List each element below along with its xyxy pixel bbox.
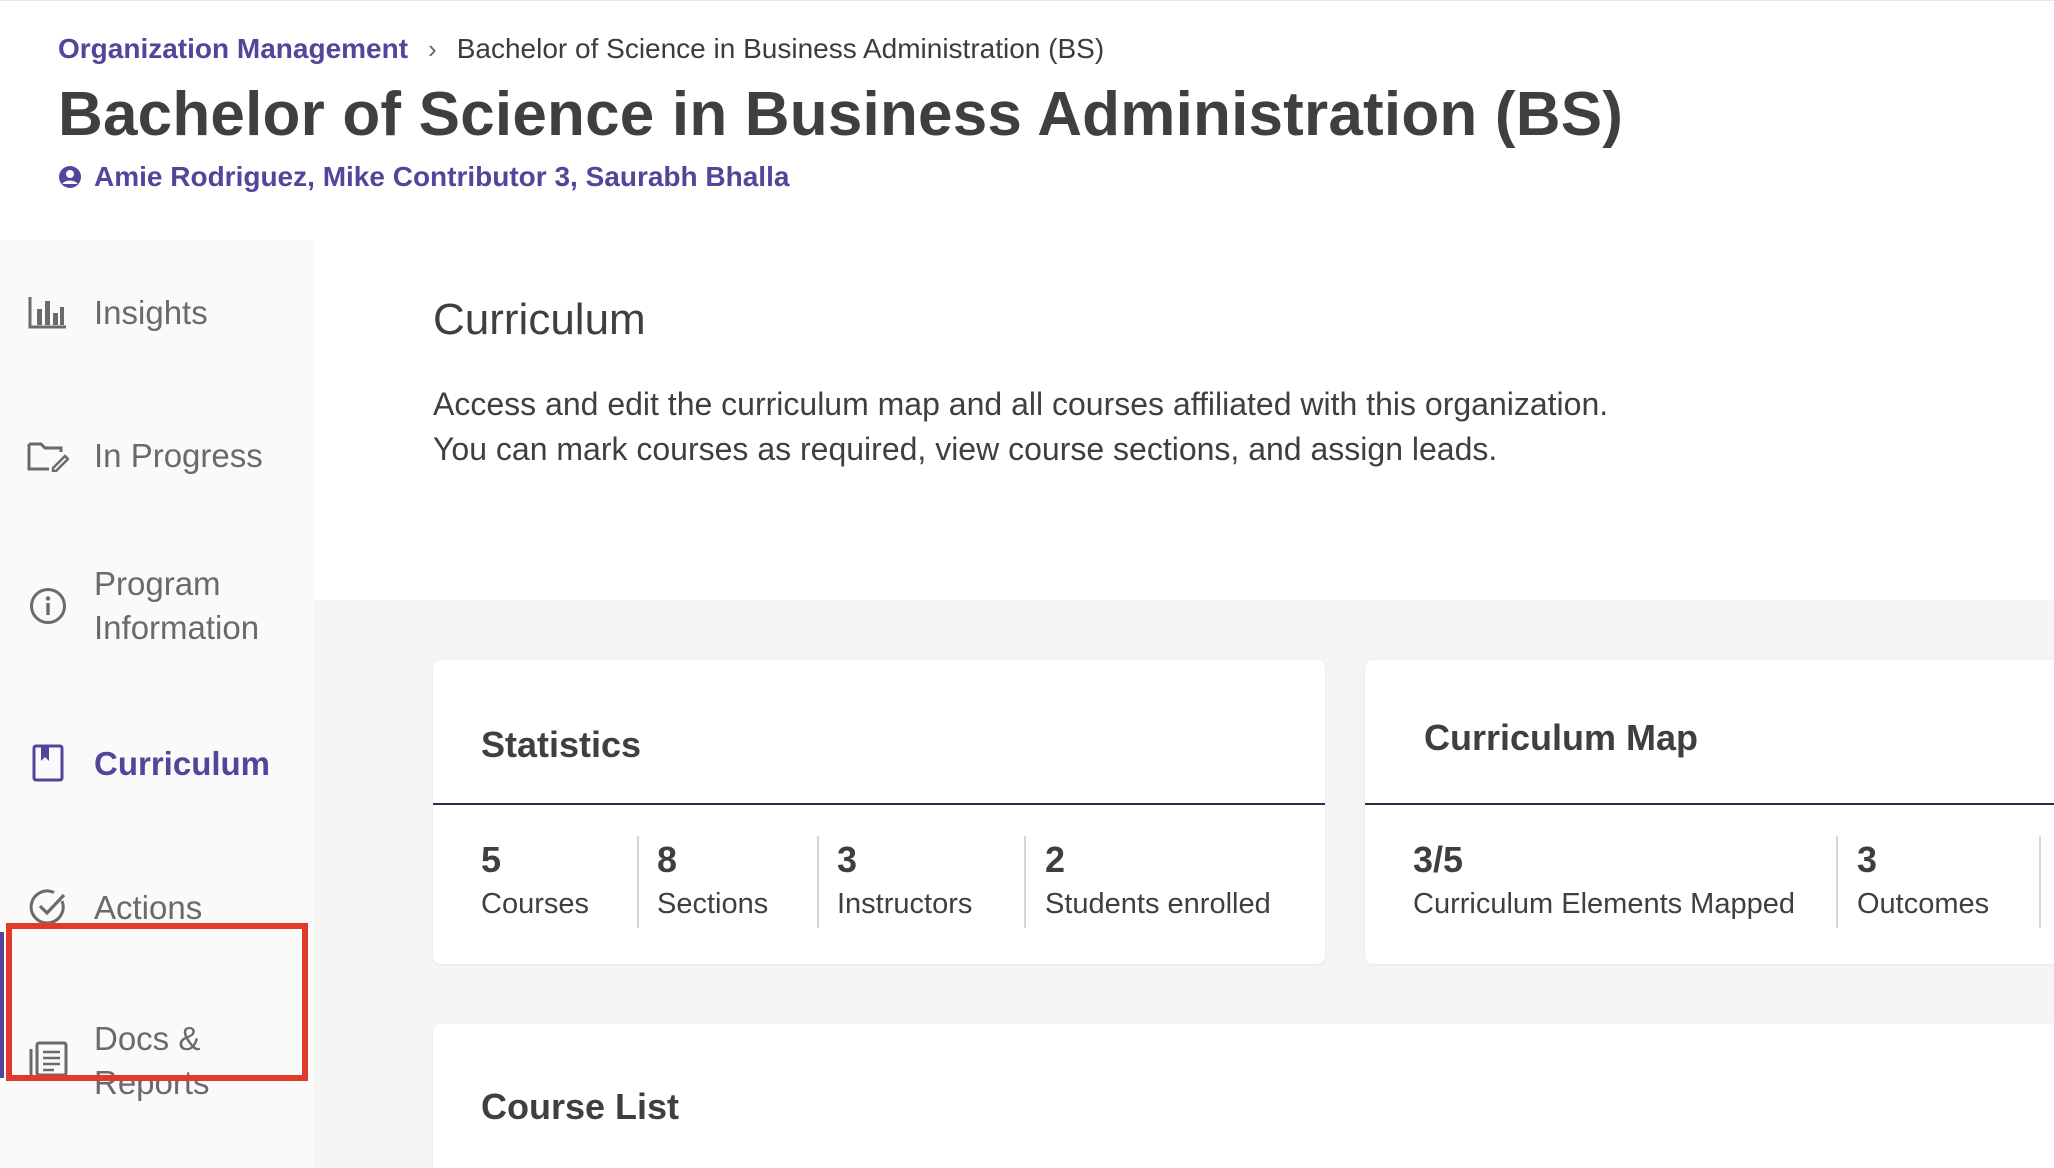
sidebar-item-label: Insights bbox=[94, 294, 208, 331]
divider bbox=[433, 803, 1325, 805]
folder-edit-icon bbox=[27, 434, 69, 476]
sidebar-item-curriculum[interactable]: Curriculum bbox=[0, 742, 314, 786]
curriculum-map-title: Curriculum Map bbox=[1424, 717, 1699, 758]
stat-value: 3/5 bbox=[1413, 839, 1464, 880]
stat-sections[interactable]: 8 Sections bbox=[657, 838, 768, 921]
contributors-names: Amie Rodriguez, Mike Contributor 3, Saur… bbox=[94, 161, 790, 192]
divider bbox=[637, 836, 639, 928]
divider bbox=[1024, 836, 1026, 928]
stat-value: 8 bbox=[657, 839, 678, 880]
breadcrumb: Organization Management › Bachelor of Sc… bbox=[58, 33, 1104, 65]
statistics-card: Statistics 5 Courses 8 Sections 3 Instru… bbox=[433, 660, 1325, 964]
stat-elements-mapped[interactable]: 3/5 Curriculum Elements Mapped bbox=[1413, 838, 1795, 921]
stat-label: Outcomes bbox=[1857, 888, 1990, 920]
course-list-title: Course List bbox=[481, 1086, 680, 1127]
stat-value: 3 bbox=[837, 839, 858, 880]
curriculum-map-card[interactable]: Curriculum Map 3/5 Curriculum Elements M… bbox=[1365, 660, 2054, 964]
highlight-annotation bbox=[6, 923, 308, 1081]
chevron-right-icon: › bbox=[428, 33, 437, 64]
contributors[interactable]: Amie Rodriguez, Mike Contributor 3, Saur… bbox=[58, 161, 789, 193]
sidebar-item-program-information[interactable]: Program Information bbox=[0, 562, 314, 650]
breadcrumb-current: Bachelor of Science in Business Administ… bbox=[456, 33, 1105, 64]
stat-label: Curriculum Elements Mapped bbox=[1413, 888, 1795, 920]
intro-section: Curriculum Access and edit the curriculu… bbox=[314, 240, 2054, 600]
stat-students-enrolled[interactable]: 2 Students enrolled bbox=[1045, 838, 1271, 921]
stat-label: Instructors bbox=[837, 888, 973, 920]
section-title: Curriculum bbox=[433, 295, 646, 344]
divider bbox=[2039, 836, 2041, 928]
user-circle-icon bbox=[59, 166, 81, 188]
info-icon bbox=[27, 585, 69, 627]
stat-label: Sections bbox=[657, 888, 769, 920]
bookmark-book-icon bbox=[27, 742, 69, 784]
stat-outcomes[interactable]: 3 Outcomes bbox=[1857, 838, 1989, 921]
statistics-title: Statistics bbox=[481, 724, 642, 765]
breadcrumb-link-organization-management[interactable]: Organization Management bbox=[58, 33, 408, 65]
bar-chart-icon bbox=[27, 291, 69, 333]
main-content: Curriculum Access and edit the curriculu… bbox=[314, 240, 2054, 1168]
sidebar-item-label: In Progress bbox=[94, 437, 263, 474]
check-circle-icon bbox=[27, 886, 69, 928]
active-indicator bbox=[0, 932, 4, 1078]
stat-value: 3 bbox=[1857, 839, 1878, 880]
sidebar-item-insights[interactable]: Insights bbox=[0, 291, 314, 335]
divider bbox=[817, 836, 819, 928]
section-description: Access and edit the curriculum map and a… bbox=[433, 386, 1609, 467]
stat-label: Students enrolled bbox=[1045, 888, 1271, 920]
divider bbox=[1836, 836, 1838, 928]
sidebar-item-in-progress[interactable]: In Progress bbox=[0, 434, 314, 478]
divider bbox=[1365, 803, 2054, 805]
sidebar-item-label-line2: Information bbox=[94, 609, 260, 646]
stat-label: Courses bbox=[481, 888, 589, 920]
stat-courses[interactable]: 5 Courses bbox=[481, 838, 589, 921]
page: Organization Management › Bachelor of Sc… bbox=[0, 0, 2054, 1168]
sidebar-item-label: Curriculum bbox=[94, 745, 271, 782]
sidebar-item-label-line1: Program bbox=[94, 565, 221, 602]
stat-value: 2 bbox=[1045, 839, 1066, 880]
course-list-card: Course List bbox=[433, 1024, 2054, 1168]
page-title: Bachelor of Science in Business Administ… bbox=[58, 80, 1624, 149]
stat-value: 5 bbox=[481, 839, 502, 880]
stat-instructors[interactable]: 3 Instructors bbox=[837, 838, 972, 921]
sidebar: Insights In Progress Program Information… bbox=[0, 240, 314, 1168]
page-header: Organization Management › Bachelor of Sc… bbox=[0, 0, 2054, 240]
